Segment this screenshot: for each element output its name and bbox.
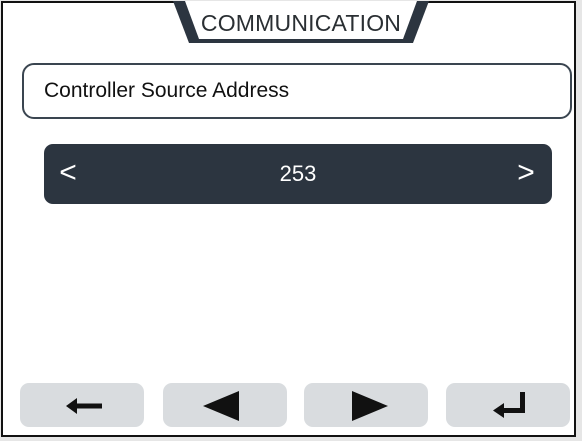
next-button[interactable]: [304, 383, 428, 427]
display-screen: COMMUNICATION Controller Source Address …: [1, 1, 576, 437]
triangle-right-icon: [352, 391, 388, 421]
previous-button[interactable]: [163, 383, 287, 427]
parameter-name: Controller Source Address: [44, 79, 290, 102]
value-selector[interactable]: < 253 >: [44, 144, 552, 204]
header-tab: COMMUNICATION: [173, 1, 429, 45]
selected-value: 253: [279, 161, 317, 186]
enter-button[interactable]: [446, 383, 570, 427]
next-value-button[interactable]: >: [506, 144, 546, 204]
back-arrow-icon: [66, 398, 102, 414]
back-button[interactable]: [20, 383, 144, 427]
parameter-name-box: Controller Source Address: [22, 63, 572, 119]
triangle-left-icon: [203, 391, 239, 421]
enter-icon: [493, 392, 525, 418]
page-title: COMMUNICATION: [200, 10, 402, 36]
